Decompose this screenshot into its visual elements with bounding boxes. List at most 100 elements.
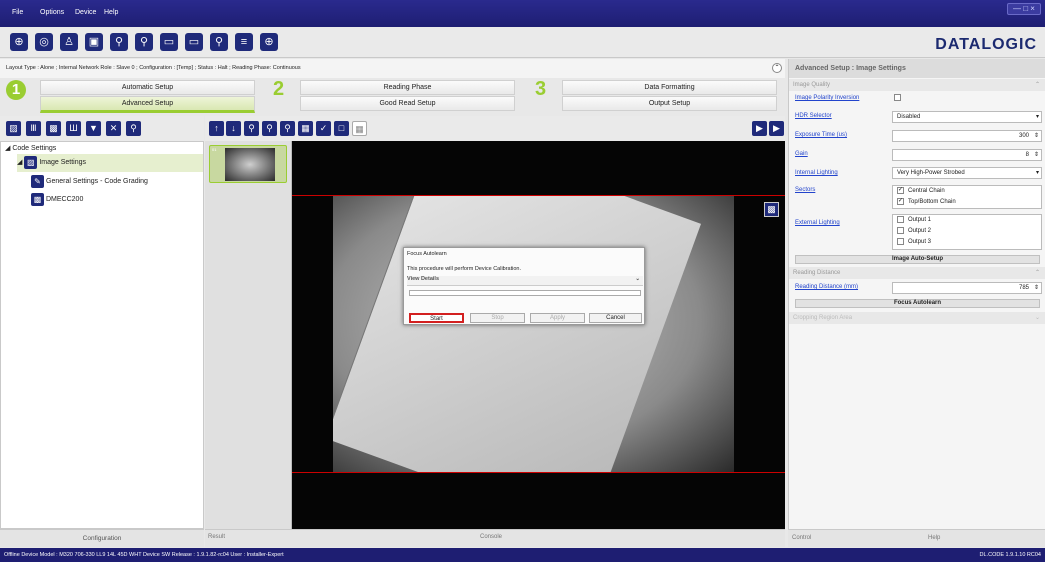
start-button[interactable]: Start [409, 313, 464, 323]
image-toolbar: ↑ ↓ ⚲ ⚲ ⚲ ▦ ✓ □ ▦ ▶ ▶ [205, 116, 785, 142]
search-icon[interactable]: ⚲ [210, 33, 228, 51]
output-1-option[interactable]: Output 1 [897, 215, 1041, 226]
user-icon[interactable]: ♙ [60, 33, 78, 51]
exposure-time-link[interactable]: Exposure Time (us) [795, 132, 847, 138]
add-icon[interactable]: ⊕ [10, 33, 28, 51]
device-info-bar: Layout Type : Alone ; Internal Network R… [0, 59, 785, 78]
properties-panel: Advanced Setup : Image Settings Image Qu… [788, 59, 1045, 529]
zoom-settings-icon[interactable]: ⚲ [135, 33, 153, 51]
tab-help[interactable]: Help [928, 535, 940, 541]
zoom-in-icon[interactable]: ⚲ [244, 121, 259, 136]
barcode-icon[interactable]: Ⅲ [26, 121, 41, 136]
monitor-icon[interactable]: ▭ [160, 33, 178, 51]
tree-item-image-settings[interactable]: ◢ ▨ Image Settings [17, 154, 203, 172]
advanced-setup-button[interactable]: Advanced Setup [40, 96, 255, 113]
sector-central-chain[interactable]: ✓ Central Chain [897, 186, 1041, 197]
crosshair-icon[interactable]: ⊕ [260, 33, 278, 51]
output-3-option[interactable]: Output 3 [897, 237, 1041, 248]
save-image-icon[interactable]: ▦ [298, 121, 313, 136]
filter-icon[interactable]: ▼ [86, 121, 101, 136]
image-polarity-checkbox[interactable] [894, 94, 905, 101]
image-settings-icon[interactable]: ▨ [6, 121, 21, 136]
zoom-fit-icon[interactable]: ⚲ [262, 121, 277, 136]
panel-tabs: Control Help [788, 529, 1045, 547]
matrix-code-icon[interactable]: ▩ [46, 121, 61, 136]
tree-item-dmecc200[interactable]: ▩ DMECC200 [31, 192, 83, 208]
internal-lighting-link[interactable]: Internal Lighting [795, 170, 838, 176]
dialog-message: This procedure will perform Device Calib… [407, 266, 522, 272]
grid-icon[interactable]: ▦ [352, 121, 367, 136]
checkbox-checked-icon: ✓ [897, 186, 904, 194]
reading-phase-button[interactable]: Reading Phase [300, 80, 515, 95]
delete-icon[interactable]: ✕ [106, 121, 121, 136]
chevron-up-icon: ⌃ [1034, 270, 1040, 276]
section-reading-distance[interactable]: Reading Distance ⌃ [789, 267, 1045, 279]
output-label: Output 2 [908, 228, 932, 234]
image-thumbnail[interactable]: 01 [209, 145, 287, 183]
automatic-setup-button[interactable]: Automatic Setup [40, 80, 255, 95]
hdr-selector-link[interactable]: HDR Selector [795, 113, 832, 119]
tree-item-label: DMECC200 [46, 196, 84, 203]
good-read-setup-button[interactable]: Good Read Setup [300, 96, 515, 111]
step-forward-icon[interactable]: ▶ [769, 121, 784, 136]
postal-code-icon[interactable]: Ш [66, 121, 81, 136]
hdr-selector-dropdown[interactable]: Disabled ▾ [892, 111, 1042, 123]
sectors-list: ✓ Central Chain ✓ Top/Bottom Chain [892, 185, 1042, 209]
play-icon[interactable]: ▶ [752, 121, 767, 136]
tab-console[interactable]: Console [480, 534, 502, 540]
tree-root-code-settings[interactable]: ◢ Code Settings [5, 144, 56, 152]
section-cropping-region[interactable]: Cropping Region Area ⌄ [789, 312, 1045, 324]
stepper-icon: ⇕ [1033, 133, 1039, 139]
device-icon[interactable]: ▣ [85, 33, 103, 51]
display-icon[interactable]: ▭ [185, 33, 203, 51]
code-overlay-icon[interactable]: ▩ [764, 202, 779, 217]
square-icon[interactable]: □ [334, 121, 349, 136]
arrow-down-icon[interactable]: ↓ [226, 121, 241, 136]
menu-options[interactable]: Options [40, 9, 64, 16]
apply-button[interactable]: Apply [530, 313, 585, 323]
menu-device[interactable]: Device [75, 9, 96, 16]
gain-stepper[interactable]: 8 ⇕ [892, 149, 1042, 161]
menu-file[interactable]: File [12, 9, 23, 16]
reading-distance-stepper[interactable]: 785 ⇕ [892, 282, 1042, 294]
reading-distance-link[interactable]: Reading Distance (mm) [795, 284, 858, 290]
data-formatting-button[interactable]: Data Formatting [562, 80, 777, 95]
arrow-up-icon[interactable]: ↑ [209, 121, 224, 136]
zoom-out-icon[interactable]: ⚲ [280, 121, 295, 136]
check-icon[interactable]: ✓ [316, 121, 331, 136]
tree-item-general-settings[interactable]: ✎ General Settings - Code Grading [31, 174, 148, 190]
zoom-icon[interactable]: ⚲ [110, 33, 128, 51]
section-label: Reading Distance [793, 270, 841, 276]
collapse-icon[interactable]: ⌃ [772, 63, 782, 73]
stop-button[interactable]: Stop [470, 313, 525, 323]
view-details-expander[interactable]: View Details ⌄ [407, 276, 643, 286]
list-icon[interactable]: ≡ [235, 33, 253, 51]
cancel-button[interactable]: Cancel [589, 313, 642, 323]
tab-configuration[interactable]: Configuration [0, 529, 204, 547]
image-polarity-link[interactable]: Image Polarity Inversion [795, 95, 859, 101]
tab-control[interactable]: Control [792, 535, 811, 541]
sectors-link[interactable]: Sectors [795, 187, 815, 193]
external-lighting-link[interactable]: External Lighting [795, 220, 840, 226]
output-2-option[interactable]: Output 2 [897, 226, 1041, 237]
window-controls[interactable]: — □ × [1007, 3, 1041, 15]
exposure-time-stepper[interactable]: 300 ⇕ [892, 130, 1042, 142]
step-three-badge: 3 [535, 78, 547, 100]
code-settings-tree: ◢ Code Settings ◢ ▨ Image Settings ✎ Gener… [0, 141, 204, 529]
tab-result[interactable]: Result [208, 534, 225, 540]
search-code-icon[interactable]: ⚲ [126, 121, 141, 136]
internal-lighting-dropdown[interactable]: Very High-Power Strobed ▾ [892, 167, 1042, 179]
sector-top-bottom-chain[interactable]: ✓ Top/Bottom Chain [897, 197, 1041, 208]
menu-help[interactable]: Help [104, 9, 118, 16]
section-image-quality[interactable]: Image Quality ⌃ [789, 79, 1045, 91]
chevron-down-icon: ⌄ [1034, 315, 1040, 321]
output-setup-button[interactable]: Output Setup [562, 96, 777, 111]
status-bar: Offline Device Model : M320 706-330 LL9 … [0, 548, 1045, 562]
chevron-down-icon: ⌄ [635, 276, 640, 282]
gauge-icon[interactable]: ◎ [35, 33, 53, 51]
section-label: Image Quality [793, 82, 831, 88]
image-auto-setup-button[interactable]: Image Auto-Setup [795, 255, 1040, 264]
focus-autolearn-button[interactable]: Focus Autolearn [795, 299, 1040, 308]
gain-link[interactable]: Gain [795, 151, 808, 157]
output-label: Output 3 [908, 239, 932, 245]
